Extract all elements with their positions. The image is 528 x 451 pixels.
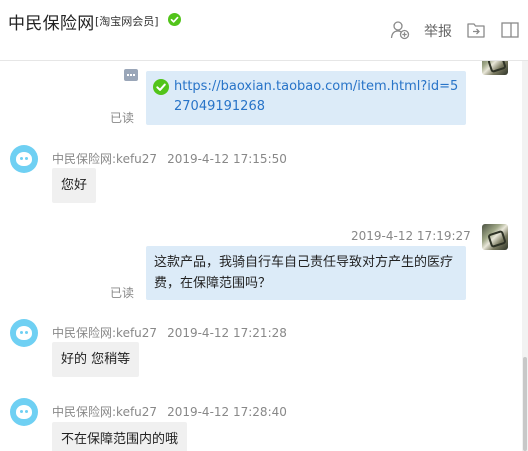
agent-avatar[interactable] — [10, 319, 38, 347]
link-message-bubble[interactable]: https://baoxian.taobao.com/item.html?id=… — [146, 71, 466, 125]
product-link[interactable]: https://baoxian.taobao.com/item.html?id=… — [174, 77, 460, 117]
scrollbar[interactable] — [522, 61, 528, 451]
agent-avatar[interactable] — [10, 398, 38, 426]
sender-name[interactable]: 中民保险网:kefu27 — [52, 326, 157, 340]
sender-name[interactable]: 中民保险网:kefu27 — [52, 405, 157, 419]
incoming-message-bubble[interactable]: 不在保障范围内的哦 — [52, 422, 188, 451]
message-meta: 中民保险网:kefu27 2019-4-12 17:15:50 — [52, 150, 287, 167]
my-avatar[interactable] — [482, 224, 508, 250]
shop-name[interactable]: 中民保险网 — [8, 9, 95, 34]
message-time: 2019-4-12 17:15:50 — [167, 152, 287, 166]
link-verified-icon — [153, 79, 169, 95]
read-status: 已读 — [110, 286, 135, 300]
scrollbar-thumb[interactable] — [523, 357, 527, 451]
member-tag: [淘宝网会员] — [95, 15, 159, 28]
chat-window: 中民保险网 [淘宝网会员] 举报 已读 https://baoxian.taob… — [0, 0, 528, 451]
message-meta: 中民保险网:kefu27 2019-4-12 17:21:28 — [52, 324, 287, 341]
outgoing-message-text: 这款产品，我骑自行车自己责任导致对方产生的医疗费，在保障范围吗？ — [154, 255, 454, 291]
agent-avatar[interactable] — [10, 145, 38, 173]
message-time: 2019-4-12 17:19:27 — [351, 229, 471, 243]
message-list[interactable]: 已读 https://baoxian.taobao.com/item.html?… — [0, 61, 520, 451]
incoming-message-bubble[interactable]: 您好 — [52, 168, 97, 203]
my-avatar[interactable] — [482, 61, 508, 75]
message-options-icon[interactable] — [124, 69, 138, 81]
folder-share-icon[interactable] — [466, 20, 486, 40]
incoming-message-bubble[interactable]: 好的 您稍等 — [52, 342, 140, 377]
outgoing-message-bubble[interactable]: 这款产品，我骑自行车自己责任导致对方产生的医疗费，在保障范围吗？ — [146, 246, 466, 300]
message-meta: 中民保险网:kefu27 2019-4-12 17:28:40 — [52, 403, 287, 420]
message-time: 2019-4-12 17:21:28 — [167, 326, 287, 340]
verified-check-icon — [168, 13, 181, 26]
expand-window-icon[interactable] — [500, 20, 520, 40]
message-time: 2019-4-12 17:28:40 — [167, 405, 287, 419]
chat-header: 中民保险网 [淘宝网会员] 举报 — [0, 0, 528, 61]
report-button[interactable]: 举报 — [424, 21, 452, 41]
sender-name[interactable]: 中民保险网:kefu27 — [52, 152, 157, 166]
read-status: 已读 — [110, 111, 135, 125]
add-contact-icon[interactable] — [390, 20, 410, 40]
